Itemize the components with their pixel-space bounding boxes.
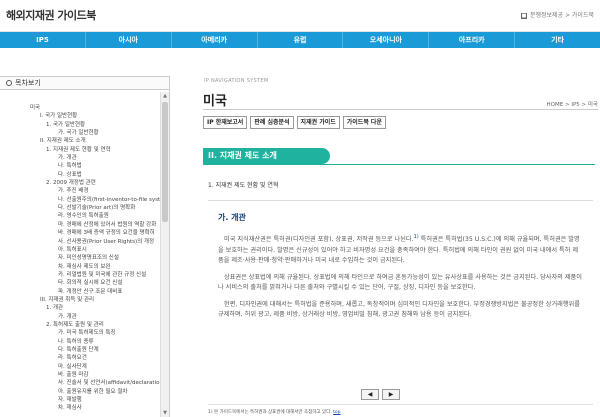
toc-item[interactable]: 파. 개정안 신구 조문 대비표 bbox=[0, 288, 160, 296]
toc-item[interactable]: 나. 특허의 종류 bbox=[0, 338, 160, 346]
nav-item[interactable]: 아메리카 bbox=[172, 32, 258, 48]
pager: ◀ ▶ bbox=[361, 389, 400, 400]
toc-item[interactable]: 다. 선발기술(Prior art)의 명확화 bbox=[0, 204, 160, 212]
nav-item[interactable]: IP5 bbox=[0, 32, 86, 48]
toc-item[interactable]: 1. 개관 bbox=[0, 304, 160, 312]
toc-item[interactable]: 1. 지재권 제도 현황 및 연혁 bbox=[0, 146, 160, 154]
nav-item[interactable]: 유럽 bbox=[258, 32, 344, 48]
tab-button[interactable]: 지재권 가이드 bbox=[296, 116, 340, 129]
toc-item[interactable]: 마. 경매에 산정에 있어서 법원의 역할 강화 bbox=[0, 221, 160, 229]
toc-item[interactable]: 다. 특허출원 단계 bbox=[0, 346, 160, 354]
scroll-up-icon[interactable]: ▲ bbox=[162, 93, 168, 99]
toc-item[interactable]: 나. 특허법 bbox=[0, 162, 160, 170]
prev-page-button[interactable]: ◀ bbox=[361, 389, 379, 400]
paragraph-3: 한편, 디자인권에 대해서는 특허법을 준용하며, 새롭고, 독창적이며 심미적… bbox=[218, 300, 580, 319]
top-breadcrumb: ■ 분쟁정보제공 > 가이드북 bbox=[520, 10, 594, 19]
toc-item[interactable]: 2. 특허제도 출원 및 관리 bbox=[0, 321, 160, 329]
sub-heading: 1. 지재권 제도 현황 및 연혁 bbox=[208, 182, 279, 189]
next-page-button[interactable]: ▶ bbox=[382, 389, 400, 400]
toc-item[interactable]: 가. 개관 bbox=[0, 313, 160, 321]
toc-sidebar: 목차보기 미국 I. 국가 일반현황 1. 국가 일반현황 가. 국가 일반현황 II.… bbox=[0, 76, 170, 417]
footnote: 1) 본 가이드북에서는 특허권과 상표권에 대해서만 초점하고 있다. top bbox=[208, 410, 341, 415]
toc-item[interactable]: 자. 재발행 bbox=[0, 396, 160, 404]
toc-item[interactable]: 가. 미국 특허제도의 특징 bbox=[0, 329, 160, 337]
toc-item[interactable]: 나. 선출원주의(first-inventor-to-file system) bbox=[0, 196, 160, 204]
paragraph-2: 상표권은 상표법에 의해 규율된다. 상표법에 의해 타인으로 하여금 혼동가능… bbox=[218, 273, 582, 292]
toc-item[interactable]: 바. 경매에 3배 증액 규정의 요건을 명확히 bbox=[0, 229, 160, 237]
content-box: 가. 개관 미국 지식재산권은 특허권(디자인권 포함), 상표권, 저작권 등… bbox=[208, 200, 593, 405]
main-content: IP NAVIGATION SYSTEM 미국 HOME > IP5 > 미국 … bbox=[200, 76, 600, 417]
top-breadcrumb-text: 분쟁정보제공 > 가이드북 bbox=[529, 12, 594, 19]
header: 해외지재권 가이드북 ■ 분쟁정보제공 > 가이드북 bbox=[0, 0, 600, 32]
toc-item[interactable]: 아. 특허표시 bbox=[0, 246, 160, 254]
toc-item[interactable]: 미국 bbox=[0, 104, 160, 112]
site-logo[interactable]: 해외지재권 가이드북 bbox=[6, 7, 96, 23]
toc-item[interactable]: 타. 회의적 실시에 요건 신설 bbox=[0, 279, 160, 287]
nav-item[interactable]: 아프리카 bbox=[429, 32, 516, 48]
scroll-down-icon[interactable]: ▼ bbox=[162, 410, 168, 416]
toc-item[interactable]: 차. 재심사 bbox=[0, 404, 160, 412]
top-link[interactable]: top bbox=[333, 410, 340, 415]
toc-item[interactable]: 가. 개관 bbox=[0, 154, 160, 162]
toc-item[interactable]: 차. 재심사 제도의 보완 bbox=[0, 263, 160, 271]
tab-button[interactable]: IP 한재보고서 bbox=[203, 116, 248, 129]
toc-item[interactable]: 다. 상표법 bbox=[0, 171, 160, 179]
toc-scrollbar[interactable]: ▲ ▼ bbox=[160, 92, 169, 417]
title-divider bbox=[203, 109, 598, 110]
scrollbar-thumb[interactable] bbox=[162, 102, 168, 222]
nav-item[interactable]: 기타 bbox=[515, 32, 600, 48]
toc-item[interactable]: 가. 추진 배경 bbox=[0, 187, 160, 195]
toc-item[interactable]: I. 국가 일반현황 bbox=[0, 112, 160, 120]
section-banner: II. 지재권 제도 소개 bbox=[203, 148, 330, 164]
toc-item[interactable]: 라. 특허요건 bbox=[0, 354, 160, 362]
toc-item[interactable]: III. 지재권 취득 및 관리 bbox=[0, 296, 160, 304]
nav-item[interactable]: 아시아 bbox=[86, 32, 172, 48]
paragraph-1: 미국 지식재산권은 특허권(디자인권 포함), 상표권, 저작권 등으로 나뉜다… bbox=[218, 234, 580, 265]
tab-bar: IP 한재보고서 판례 심층분석 지재권 가이드 가이드북 다운 bbox=[203, 116, 386, 129]
search-icon bbox=[6, 80, 12, 86]
toc-item[interactable]: 1. 국가 일반현황 bbox=[0, 121, 160, 129]
tab-button[interactable]: 판례 심층분석 bbox=[250, 116, 294, 129]
toc-item[interactable]: 바. 출원 마감 bbox=[0, 371, 160, 379]
main-nav: IP5 아시아 아메리카 유럽 오세아니아 아프리카 기타 bbox=[0, 32, 600, 48]
toc-heading: 목차보기 bbox=[15, 79, 41, 87]
toc-item[interactable]: 2. 2009 개정법 관련 bbox=[0, 179, 160, 187]
toc-item[interactable]: 아. 출원유지를 위한 필요 절차 bbox=[0, 388, 160, 396]
toc-item[interactable]: 사. 선사용권(Prior User Rights)의 개정 bbox=[0, 238, 160, 246]
toc-item[interactable]: 라. 영수인의 특허출원 bbox=[0, 212, 160, 220]
toc-item[interactable]: 마. 실사단계 bbox=[0, 363, 160, 371]
toc-header: 목차보기 bbox=[0, 76, 169, 90]
section-divider bbox=[203, 164, 595, 165]
tab-button[interactable]: 가이드북 다운 bbox=[342, 116, 386, 129]
content-title: 가. 개관 bbox=[218, 213, 246, 222]
toc-item[interactable]: 가. 국가 일반현황 bbox=[0, 129, 160, 137]
page-breadcrumb: HOME > IP5 > 미국 bbox=[546, 102, 598, 108]
toc-tree: 미국 I. 국가 일반현황 1. 국가 일반현황 가. 국가 일반현황 II. 지재권 … bbox=[0, 92, 160, 417]
toc-item[interactable]: 자. 미인성명명표조의 신설 bbox=[0, 254, 160, 262]
system-label: IP NAVIGATION SYSTEM bbox=[204, 78, 269, 84]
toc-item[interactable]: 사. 진술서 및 선언서(affidavit/declaration) bbox=[0, 379, 160, 387]
toc-item[interactable]: II. 지재권 제도 소개 bbox=[0, 137, 160, 145]
nav-item[interactable]: 오세아니아 bbox=[343, 32, 430, 48]
home-icon[interactable]: ■ bbox=[520, 12, 527, 19]
page-title: 미국 bbox=[203, 94, 227, 109]
toc-item[interactable]: 카. 리얼법원 및 미국에 관한 규정 신설 bbox=[0, 271, 160, 279]
